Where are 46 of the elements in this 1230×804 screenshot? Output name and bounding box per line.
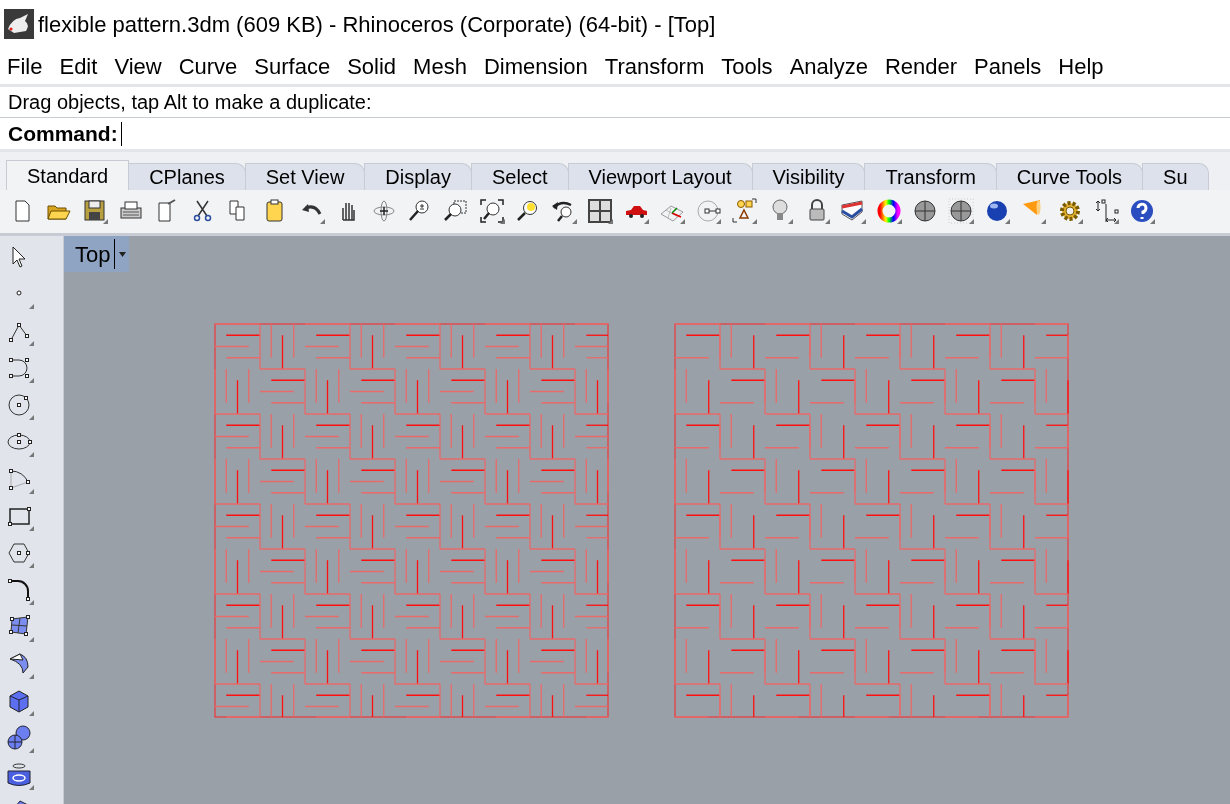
command-input-field[interactable]: Command: xyxy=(0,118,1230,150)
toolbar-tab[interactable]: Transform xyxy=(864,163,997,190)
menu-item[interactable]: Curve xyxy=(178,49,238,83)
mesh-cylinder-icon[interactable] xyxy=(6,762,34,790)
toolbar-tab[interactable]: Curve Tools xyxy=(995,163,1144,190)
toolbar-tab[interactable]: Select xyxy=(470,163,569,190)
menu-item[interactable]: Surface xyxy=(254,49,331,83)
surface-icon[interactable] xyxy=(6,614,34,642)
menu-item[interactable]: Transform xyxy=(604,49,705,83)
menu-item[interactable]: Mesh xyxy=(413,49,467,83)
fillet-curve-icon[interactable] xyxy=(6,577,34,605)
viewport-title-tab[interactable]: Top xyxy=(64,236,130,272)
curve-icon[interactable] xyxy=(6,355,34,383)
dropdown-caret-icon[interactable] xyxy=(119,251,127,257)
menu-item[interactable]: Analyze xyxy=(789,49,868,83)
color-wheel-icon[interactable] xyxy=(876,197,904,226)
toolbar-tab[interactable]: Display xyxy=(364,163,472,190)
toolbar-tab[interactable]: Standard xyxy=(6,160,130,190)
menu-item[interactable]: Tools xyxy=(721,49,773,83)
toolbar-tab[interactable]: Visibility xyxy=(751,163,866,190)
window-title: flexible pattern.3dm (609 KB) - Rhinoceros (Corporate) (64-bit) - [Top] xyxy=(38,10,716,39)
grid-sphere-icon[interactable] xyxy=(948,197,976,226)
layers-icon[interactable] xyxy=(840,197,868,226)
spheres-icon[interactable] xyxy=(6,725,34,753)
menu-item[interactable]: Panels xyxy=(974,49,1042,83)
zoom-extents-icon[interactable] xyxy=(479,197,507,226)
menu-item[interactable]: View xyxy=(114,49,162,83)
toolbar-tab[interactable]: CPlanes xyxy=(128,163,246,190)
polygon-icon[interactable] xyxy=(6,540,34,568)
toolbar-tab[interactable]: Set View xyxy=(244,163,366,190)
shapes-icon[interactable] xyxy=(731,197,759,226)
dimension-icon[interactable] xyxy=(1093,197,1121,226)
arc-icon[interactable] xyxy=(6,466,34,494)
rhino-logo-icon xyxy=(4,9,34,39)
menu-item[interactable]: Edit xyxy=(59,49,98,83)
four-viewports-icon[interactable] xyxy=(587,197,615,226)
toolbar-tab[interactable]: Viewport Layout xyxy=(567,163,753,190)
menu-item[interactable]: Render xyxy=(884,49,958,83)
menu-item[interactable]: Dimension xyxy=(483,49,588,83)
help-icon[interactable] xyxy=(1129,197,1157,226)
cube-icon[interactable] xyxy=(6,688,34,716)
menu-item[interactable]: File xyxy=(7,49,43,83)
menu-item[interactable]: Solid xyxy=(347,49,397,83)
command-prompt-text: Drag objects, tap Alt to make a duplicate: xyxy=(0,87,1230,118)
menu-item[interactable]: Help xyxy=(1058,49,1104,83)
toolbar-tab[interactable]: Su xyxy=(1142,163,1209,190)
